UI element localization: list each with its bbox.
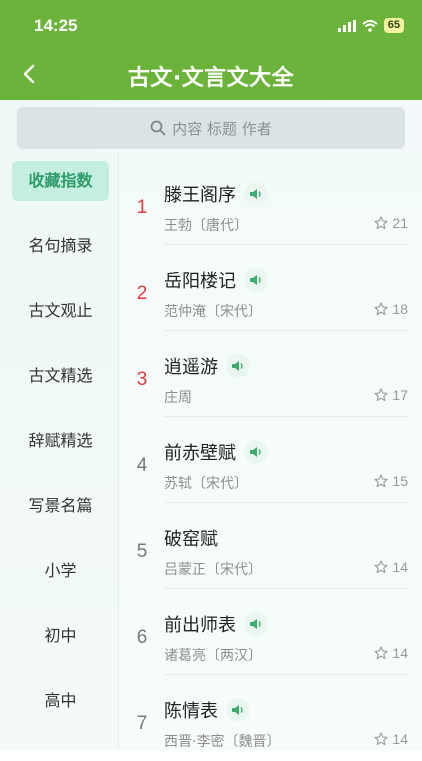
star-icon [374, 302, 388, 316]
search-bar-area: 内容 标题 作者 [0, 100, 422, 152]
audio-button[interactable] [244, 440, 268, 464]
category-sidebar: 收藏指数 名句摘录 古文观止 古文精选 辞赋精选 写景名篇 小学 初中 高中 [0, 152, 119, 750]
favorite-count[interactable]: 18 [374, 301, 408, 317]
star-icon [374, 216, 388, 230]
search-input[interactable]: 内容 标题 作者 [17, 107, 405, 149]
audio-button[interactable] [244, 268, 268, 292]
wifi-icon [362, 19, 378, 32]
list-item[interactable]: 2 岳阳楼记 范仲淹〔宋代〕 18 [119, 245, 422, 331]
audio-button[interactable] [244, 612, 268, 636]
favorite-count[interactable]: 15 [374, 473, 408, 489]
speaker-icon [250, 447, 261, 457]
work-author: 范仲淹〔宋代〕 [164, 304, 262, 320]
sidebar-item-senior-high[interactable]: 高中 [12, 681, 109, 721]
favorite-count[interactable]: 14 [374, 645, 408, 661]
work-title-line: 前赤壁赋 [164, 439, 268, 466]
work-author: 苏轼〔宋代〕 [164, 476, 248, 492]
rank-number: 1 [136, 197, 148, 218]
work-title: 前赤壁赋 [164, 443, 236, 464]
work-title: 滕王阁序 [164, 185, 236, 206]
work-title: 岳阳楼记 [164, 271, 236, 292]
audio-button[interactable] [244, 182, 268, 206]
work-author: 庄周 [164, 390, 192, 406]
work-title: 破窑赋 [164, 529, 218, 550]
work-title-line: 岳阳楼记 [164, 267, 268, 294]
work-title-line: 前出师表 [164, 611, 268, 638]
sidebar-item-guwen-selected[interactable]: 古文精选 [12, 356, 109, 396]
rank-number: 4 [136, 455, 148, 476]
rank-number: 7 [136, 713, 148, 734]
search-placeholder: 内容 标题 作者 [172, 119, 272, 138]
star-icon [374, 646, 388, 660]
sidebar-item-guwen-guanzhi[interactable]: 古文观止 [12, 291, 109, 331]
speaker-icon [250, 189, 261, 199]
favorite-count-value: 14 [392, 559, 408, 575]
list-item[interactable]: 7 陈情表 西晋·李密〔魏晋〕 14 [119, 675, 422, 761]
favorite-count-value: 21 [392, 215, 408, 231]
work-title: 逍遥游 [164, 357, 218, 378]
rank-number: 5 [136, 541, 148, 562]
star-icon [374, 732, 388, 746]
rank-number: 6 [136, 627, 148, 648]
status-time: 14:25 [34, 16, 78, 35]
work-title-line: 逍遥游 [164, 353, 250, 380]
favorite-count[interactable]: 14 [374, 731, 408, 747]
page-title: 古文·文言文大全 [127, 66, 295, 91]
favorite-count-value: 17 [392, 387, 408, 403]
audio-button[interactable] [226, 354, 250, 378]
favorite-count[interactable]: 14 [374, 559, 408, 575]
speaker-icon [232, 705, 243, 715]
work-list: 1 滕王阁序 王勃〔唐代〕 21 2 岳阳楼记 范仲淹〔宋代〕 18 3 逍遥游… [119, 152, 422, 750]
work-author: 王勃〔唐代〕 [164, 218, 248, 234]
sidebar-item-cifu-selected[interactable]: 辞赋精选 [12, 421, 109, 461]
favorite-count-value: 18 [392, 301, 408, 317]
favorite-count[interactable]: 17 [374, 387, 408, 403]
work-author: 诸葛亮〔两汉〕 [164, 648, 262, 664]
favorite-count-value: 14 [392, 731, 408, 747]
work-title-line: 陈情表 [164, 697, 250, 724]
work-author: 西晋·李密〔魏晋〕 [164, 734, 281, 750]
work-title: 前出师表 [164, 615, 236, 636]
list-item[interactable]: 5 破窑赋 吕蒙正〔宋代〕 14 [119, 503, 422, 589]
list-item[interactable]: 1 滕王阁序 王勃〔唐代〕 21 [119, 159, 422, 245]
list-item[interactable]: 4 前赤壁赋 苏轼〔宋代〕 15 [119, 417, 422, 503]
sidebar-item-scenery-works[interactable]: 写景名篇 [12, 486, 109, 526]
favorite-count-value: 14 [392, 645, 408, 661]
signal-icon [337, 19, 356, 32]
sidebar-item-favorites-index[interactable]: 收藏指数 [12, 161, 109, 201]
list-item[interactable]: 6 前出师表 诸葛亮〔两汉〕 14 [119, 589, 422, 675]
audio-button[interactable] [226, 698, 250, 722]
work-title-line: 滕王阁序 [164, 181, 268, 208]
speaker-icon [250, 619, 261, 629]
speaker-icon [232, 361, 243, 371]
favorite-count[interactable]: 21 [374, 215, 408, 231]
app-header: 14:25 65 古文·文言文大全 [0, 0, 422, 100]
star-icon [374, 560, 388, 574]
favorite-count-value: 15 [392, 473, 408, 489]
sidebar-item-famous-quotes[interactable]: 名句摘录 [12, 226, 109, 266]
work-title-line: 破窑赋 [164, 525, 218, 551]
star-icon [374, 388, 388, 402]
search-icon [150, 120, 166, 136]
battery-indicator: 65 [383, 18, 404, 33]
work-author: 吕蒙正〔宋代〕 [164, 562, 262, 578]
rank-number: 3 [136, 369, 148, 390]
status-icons: 65 [337, 18, 404, 33]
speaker-icon [250, 275, 261, 285]
rank-number: 2 [136, 283, 148, 304]
work-title: 陈情表 [164, 701, 218, 722]
sidebar-item-primary-school[interactable]: 小学 [12, 551, 109, 591]
sidebar-item-junior-high[interactable]: 初中 [12, 616, 109, 656]
list-item[interactable]: 3 逍遥游 庄周 17 [119, 331, 422, 417]
star-icon [374, 474, 388, 488]
